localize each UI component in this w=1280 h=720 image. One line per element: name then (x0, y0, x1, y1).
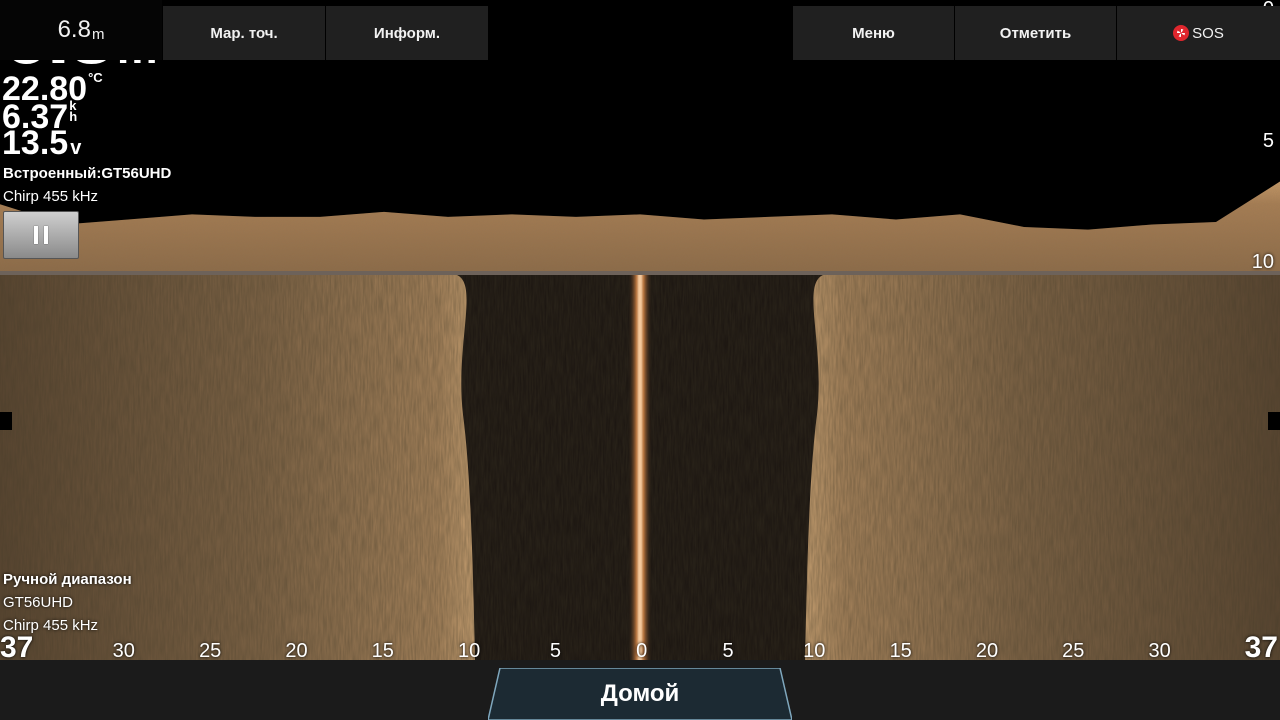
pause-icon (34, 226, 48, 244)
temperature-unit: °C (88, 70, 103, 85)
pause-button[interactable] (3, 211, 79, 259)
depth-button-value: 6.8 (57, 16, 91, 43)
sidevu-sonar-plot (0, 275, 1280, 660)
info-button[interactable]: Информ. (326, 6, 489, 60)
depth-scale-label: 5 (1262, 130, 1274, 152)
mark-label: Отметить (999, 24, 1072, 42)
mark-button[interactable]: Отметить (955, 6, 1117, 60)
menu-button[interactable]: Меню (793, 6, 955, 60)
right-edge-marker (1268, 412, 1280, 430)
home-button[interactable]: Домой (488, 668, 792, 720)
voltage-readout: 13.5 v (2, 126, 81, 160)
sos-button[interactable]: SOS (1117, 6, 1280, 60)
side-transducer-label: GT56UHD (3, 594, 74, 611)
home-label: Домой (600, 680, 680, 707)
frequency-label: Chirp 455 kHz (3, 188, 99, 205)
sos-label: SOS (1192, 24, 1224, 42)
menu-label: Меню (852, 24, 895, 42)
speed-unit: kh (69, 98, 78, 124)
voltage-value: 13.5 (2, 124, 69, 162)
left-edge-marker (0, 412, 12, 430)
waypoints-button[interactable]: Мар. точ. (163, 6, 326, 60)
info-label: Информ. (373, 24, 441, 42)
depth-button[interactable]: 6.8 m (0, 0, 163, 60)
voltage-unit: v (70, 137, 82, 159)
lifebuoy-icon (1173, 25, 1190, 41)
transducer-label: Встроенный:GT56UHD (3, 165, 172, 182)
nadir-center-line (638, 275, 642, 660)
depth-button-unit: m (91, 25, 105, 43)
waypoints-label: Мар. точ. (210, 24, 278, 42)
range-mode-label: Ручной диапазон (3, 571, 132, 588)
bottom-texture (0, 181, 1280, 271)
